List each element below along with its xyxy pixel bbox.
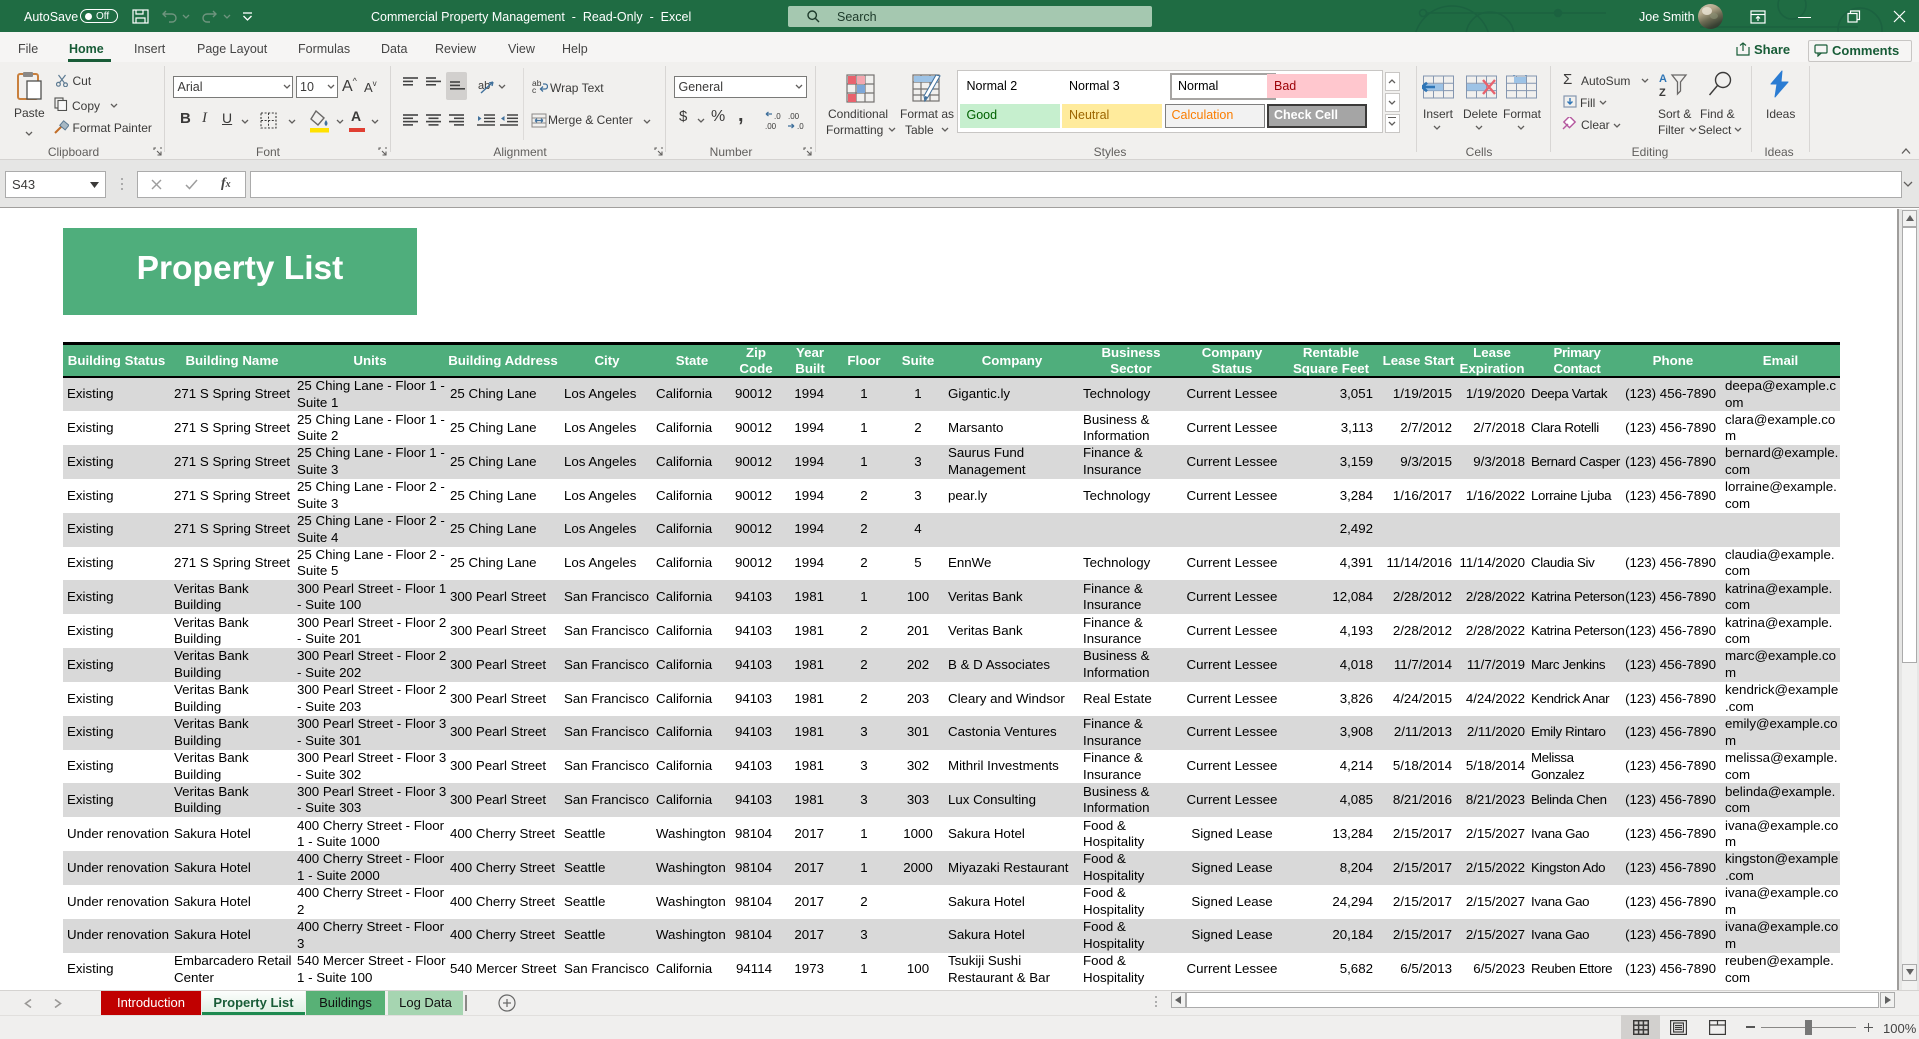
svg-text:.00: .00 bbox=[788, 112, 800, 121]
svg-text:Z: Z bbox=[1659, 87, 1666, 98]
svg-text:.0: .0 bbox=[797, 122, 804, 130]
svg-text:.00: .00 bbox=[765, 122, 777, 130]
svg-text:.0: .0 bbox=[774, 112, 781, 121]
svg-text:A: A bbox=[1659, 73, 1667, 85]
